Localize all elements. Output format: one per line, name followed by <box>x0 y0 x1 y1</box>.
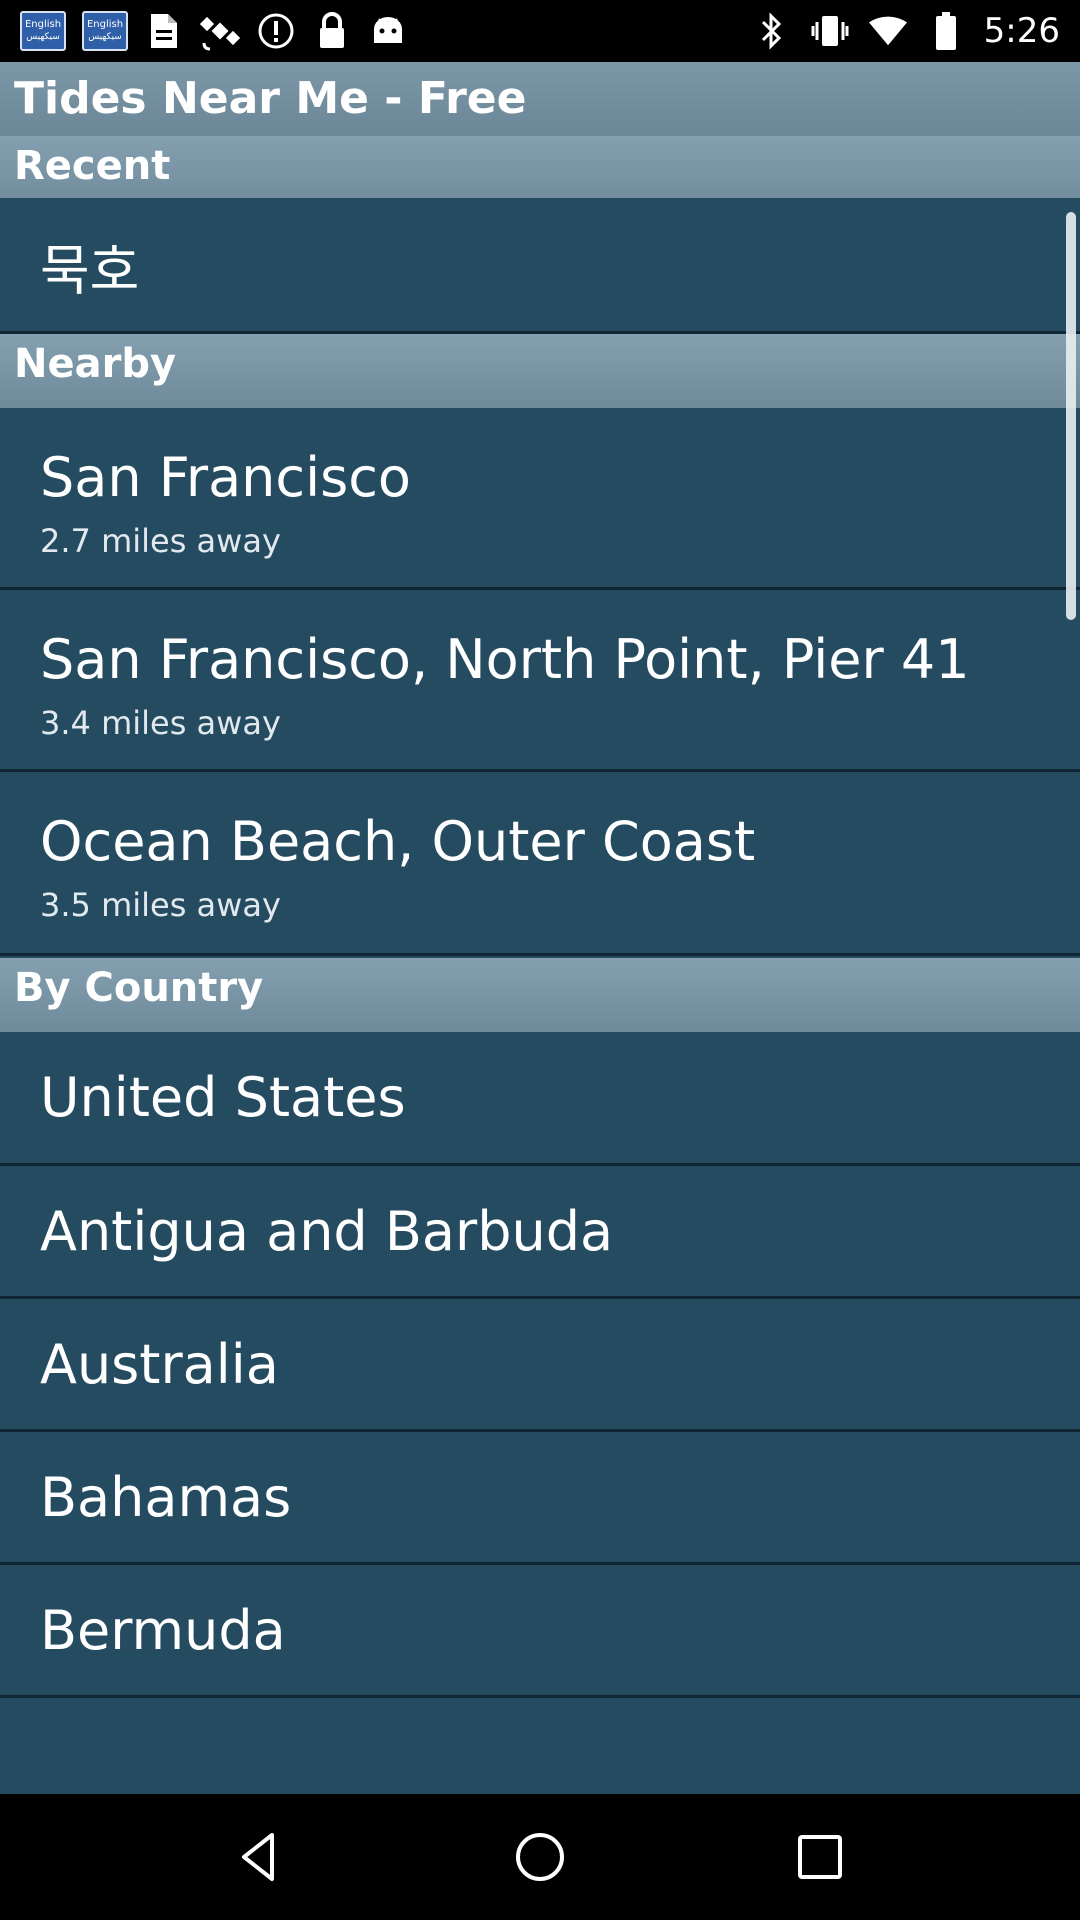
bluetooth-icon <box>752 11 792 51</box>
list-item-title: Antigua and Barbuda <box>40 1200 614 1263</box>
list-item-country[interactable]: United States <box>0 1032 1080 1166</box>
keyboard-language-label: English <box>86 19 124 30</box>
list-item-nearby[interactable]: Ocean Beach, Outer Coast 3.5 miles away <box>0 772 1080 956</box>
list-item-title: Ocean Beach, Outer Coast <box>40 810 756 873</box>
list-item-title: Bermuda <box>40 1599 286 1662</box>
vibrate-icon <box>810 11 850 51</box>
section-header-nearby: Nearby <box>0 334 1080 408</box>
status-bar-right: 5:26 <box>752 8 1060 54</box>
list-item-country[interactable]: Bahamas <box>0 1432 1080 1565</box>
list-item-title: San Francisco, North Point, Pier 41 <box>40 628 970 691</box>
document-icon <box>144 11 184 51</box>
list-item-country[interactable]: Antigua and Barbuda <box>0 1166 1080 1299</box>
lock-icon <box>312 11 352 51</box>
keyboard-language-label: English <box>24 19 62 30</box>
list-item-title: Bahamas <box>40 1466 292 1529</box>
list-item-distance: 2.7 miles away <box>40 522 281 560</box>
list-item-country[interactable]: Bermuda <box>0 1565 1080 1698</box>
list-item-country[interactable]: Australia <box>0 1299 1080 1432</box>
list-item-nearby[interactable]: San Francisco, North Point, Pier 41 3.4 … <box>0 590 1080 772</box>
status-bar: English سيكهيس English سيكهيس 5:26 <box>0 0 1080 62</box>
battery-icon <box>926 11 966 51</box>
app-title: Tides Near Me - Free <box>0 62 1080 136</box>
back-icon[interactable] <box>220 1817 300 1897</box>
keyboard-language-sublabel: سيكهيس <box>88 32 122 42</box>
status-bar-left: English سيكهيس English سيكهيس <box>20 8 408 54</box>
android-icon <box>368 11 408 51</box>
list-item-distance: 3.4 miles away <box>40 704 281 742</box>
status-time: 5:26 <box>983 11 1060 51</box>
info-circle-icon <box>256 11 296 51</box>
navigation-bar <box>0 1794 1080 1920</box>
list-item-title: United States <box>40 1066 406 1129</box>
recents-icon[interactable] <box>780 1817 860 1897</box>
list-item-title: Australia <box>40 1333 279 1396</box>
scrollbar[interactable] <box>1066 212 1076 620</box>
keyboard-language-icon: English سيكهيس <box>20 11 66 51</box>
list-item-title: 묵호 <box>40 239 140 302</box>
list-item-recent[interactable]: 묵호 <box>0 198 1080 334</box>
list-item-nearby[interactable]: San Francisco 2.7 miles away <box>0 408 1080 590</box>
home-icon[interactable] <box>500 1817 580 1897</box>
list-item-distance: 3.5 miles away <box>40 886 281 924</box>
list-item-title: San Francisco <box>40 446 411 509</box>
keyboard-language-sublabel: سيكهيس <box>26 32 60 42</box>
app-screen: Tides Near Me - Free Recent 묵호 Nearby Sa… <box>0 62 1080 1794</box>
satellite-icon <box>200 11 240 51</box>
section-header-by-country: By Country <box>0 958 1080 1032</box>
keyboard-language-icon: English سيكهيس <box>82 11 128 51</box>
wifi-icon <box>868 11 908 51</box>
